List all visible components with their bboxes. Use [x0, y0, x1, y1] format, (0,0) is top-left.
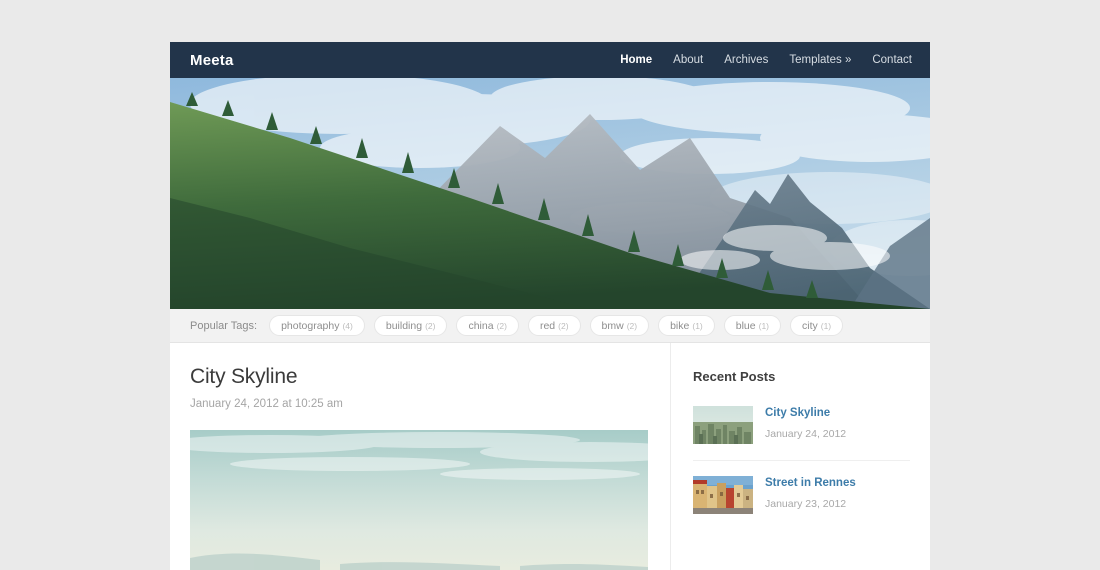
tag-bmw[interactable]: bmw (2) [589, 315, 650, 336]
tag-count: (1) [820, 320, 832, 331]
recent-post-link-city-skyline[interactable]: City Skyline [765, 407, 846, 419]
tag-red[interactable]: red (2) [527, 315, 581, 336]
tag-name: red [539, 319, 556, 332]
nav-item-templates[interactable]: Templates » [789, 54, 851, 66]
tag-count: (2) [558, 320, 569, 331]
recent-post-date: January 24, 2012 [765, 428, 847, 440]
tag-count: (2) [626, 320, 638, 331]
nav-item-archives[interactable]: Archives [724, 54, 768, 66]
tag-name: city [802, 319, 818, 332]
hero-banner-image [170, 78, 930, 309]
recent-post-item-city-skyline[interactable]: City Skyline January 24, 2012 [693, 406, 910, 461]
tag-china[interactable]: china (2) [456, 315, 519, 336]
tag-name: photography [281, 319, 340, 332]
post-date: January 24, 2012 at 10:25 am [190, 398, 343, 410]
tag-photography[interactable]: photography (4) [269, 315, 365, 336]
recent-post-meta: City Skyline January 24, 2012 [765, 406, 846, 444]
tag-count: (2) [425, 320, 436, 331]
tag-count: (1) [692, 320, 703, 331]
recent-post-thumbnail-street-in-rennes [693, 476, 753, 514]
post-content-column: City Skyline January 24, 2012 at 10:25 a… [170, 343, 670, 570]
tag-count: (2) [496, 320, 507, 331]
nav-item-about[interactable]: About [673, 54, 703, 66]
recent-posts-widget-title: Recent Posts [693, 369, 776, 384]
tag-building[interactable]: building (2) [373, 315, 448, 336]
popular-tags-bar: Popular Tags: photography (4) building (… [170, 309, 930, 343]
body-columns: City Skyline January 24, 2012 at 10:25 a… [170, 343, 930, 570]
recent-post-item-street-in-rennes[interactable]: Street in Rennes January 23, 2012 [693, 476, 910, 530]
post-featured-image [190, 430, 648, 570]
tag-blue[interactable]: blue (1) [723, 315, 781, 336]
sidebar: Recent Posts City Skyline January 24, 20… [670, 343, 930, 570]
popular-tags-label: Popular Tags: [190, 319, 258, 332]
recent-post-thumbnail-city-skyline [693, 406, 753, 444]
nav-item-home[interactable]: Home [620, 54, 652, 66]
tag-city[interactable]: city (1) [790, 315, 844, 336]
tag-count: (1) [758, 320, 769, 331]
site-container: Meeta Home About Archives Templates » Co… [170, 42, 930, 570]
site-logo[interactable]: Meeta [190, 52, 234, 69]
tag-name: china [468, 319, 494, 332]
nav-item-contact[interactable]: Contact [872, 54, 912, 66]
tag-bike[interactable]: bike (1) [658, 315, 715, 336]
main-navigation: Home About Archives Templates » Contact [620, 54, 912, 66]
tag-name: bmw [601, 319, 624, 332]
post-title[interactable]: City Skyline [190, 365, 640, 389]
recent-post-meta: Street in Rennes January 23, 2012 [765, 476, 856, 514]
tag-name: building [385, 319, 423, 332]
tag-name: bike [670, 319, 690, 332]
recent-post-date: January 23, 2012 [765, 498, 847, 510]
tag-name: blue [735, 319, 756, 332]
site-header: Meeta Home About Archives Templates » Co… [170, 42, 930, 78]
tag-count: (4) [342, 320, 353, 331]
recent-post-link-street-in-rennes[interactable]: Street in Rennes [765, 477, 856, 489]
